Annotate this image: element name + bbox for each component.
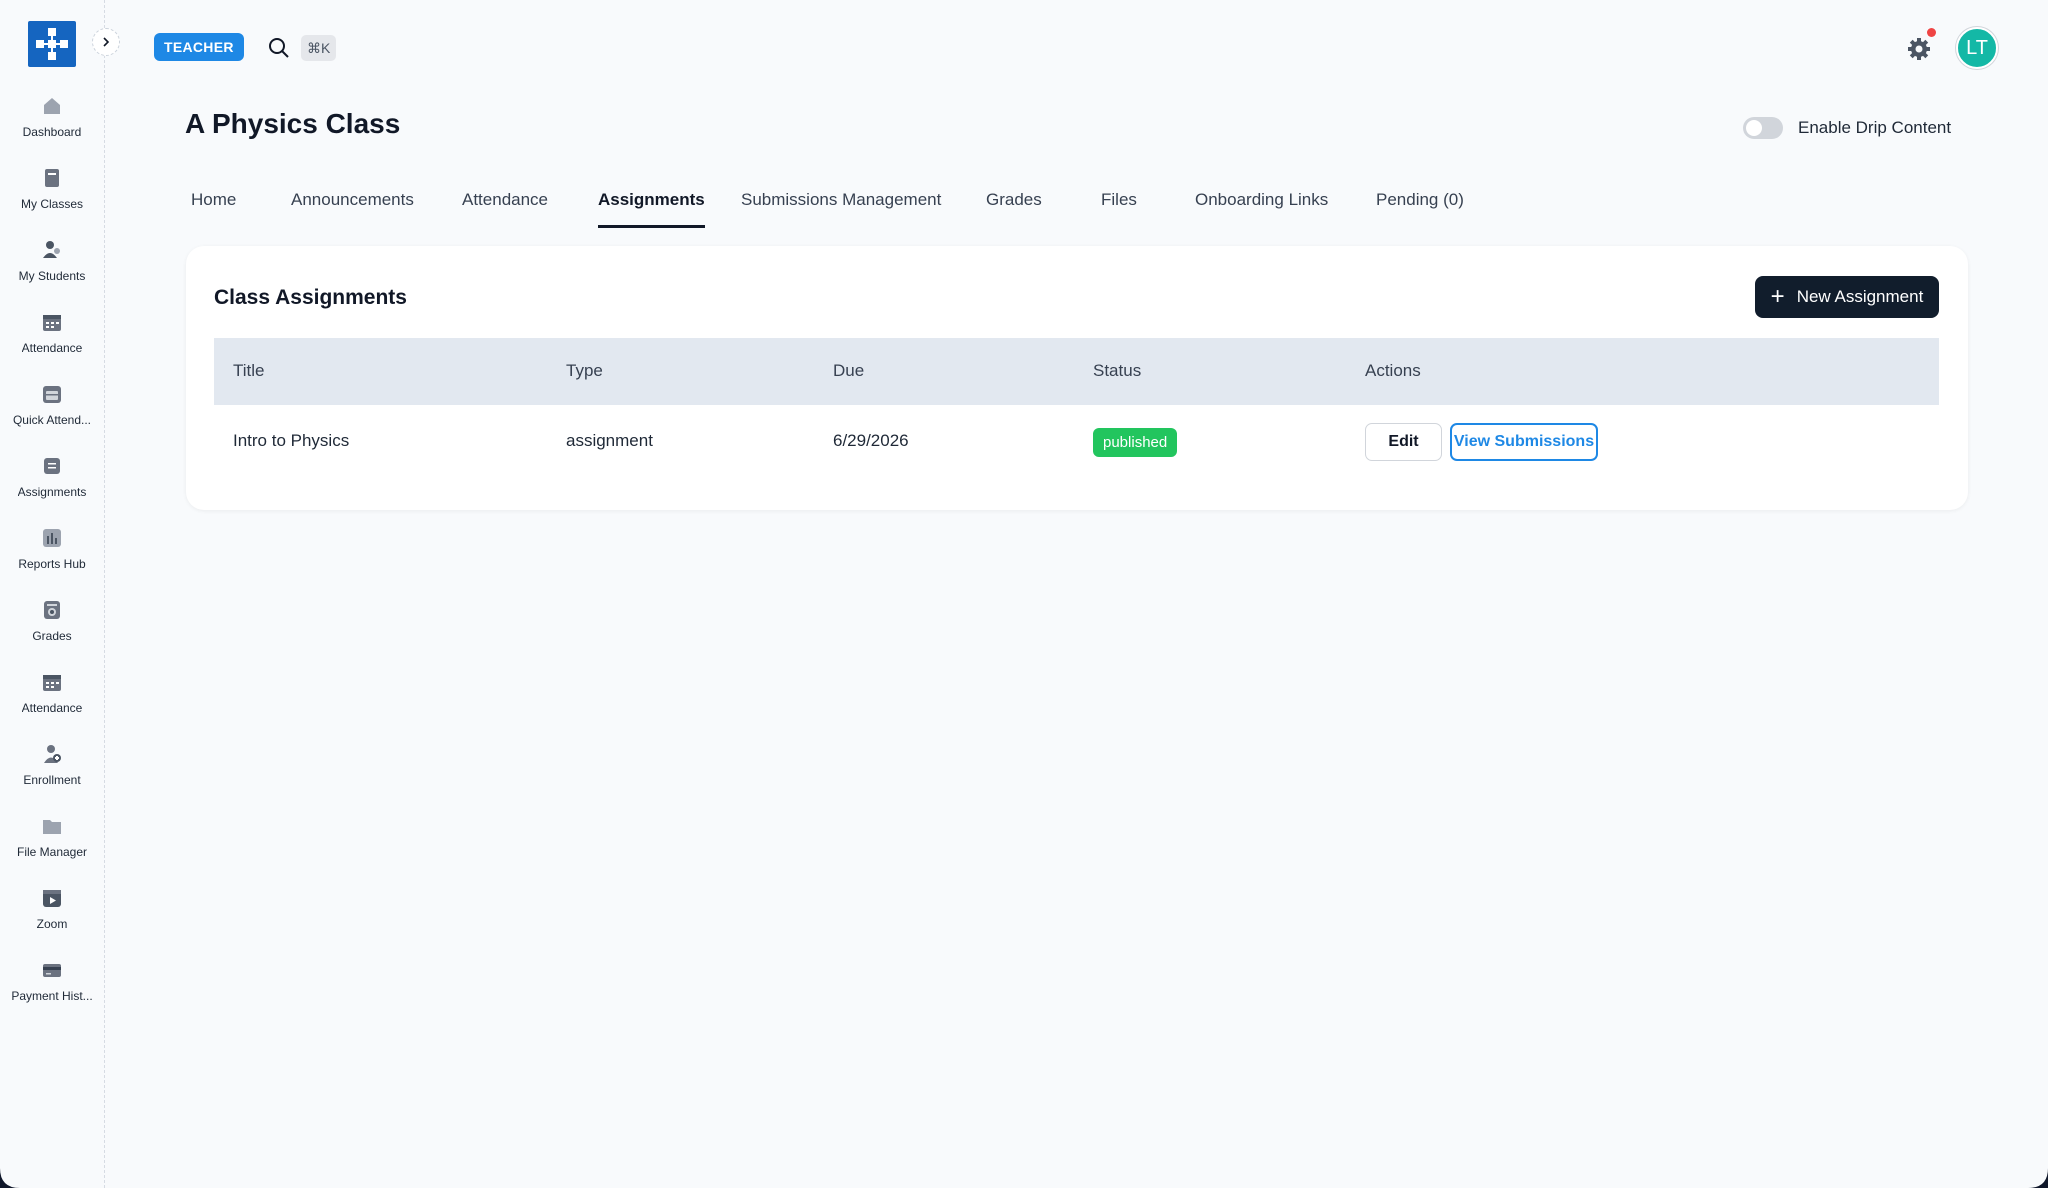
plus-icon: + [1770,283,1785,310]
sidebar-item-label: My Students [18,269,86,283]
search-shortcut-hint[interactable]: ⌘K [301,35,337,61]
edit-button[interactable]: Edit [1365,423,1442,461]
sidebar-item-assignments[interactable]: Assignments [0,455,104,515]
sidebar-item-payment-history[interactable]: Payment Hist... [0,959,104,1019]
tab-assignments[interactable]: Assignments [598,186,705,228]
sidebar-item-label: Assignments [17,485,87,499]
column-header-title[interactable]: Title [233,361,265,381]
sidebar-item-label: File Manager [16,845,88,859]
tab-grades[interactable]: Grades [986,186,1042,228]
app-logo[interactable] [28,21,76,67]
calendar-check-icon [41,383,63,405]
role-badge[interactable]: TEACHER [154,33,244,61]
users-icon [41,239,63,261]
sidebar-item-label: Quick Attend... [12,413,92,427]
column-header-status[interactable]: Status [1093,361,1141,381]
sidebar-item-label: Attendance [21,701,83,715]
notification-dot [1927,28,1936,37]
toggle-knob [1746,120,1762,136]
search-icon[interactable] [267,36,291,60]
sidebar-item-my-classes[interactable]: My Classes [0,167,104,227]
assignment-due-date: 6/29/2026 [833,431,909,450]
sidebar-item-zoom[interactable]: Zoom [0,887,104,947]
sidebar-item-label: Payment Hist... [11,989,93,1003]
tab-attendance[interactable]: Attendance [462,186,548,228]
assignments-card: Class Assignments + New Assignment Title… [186,246,1968,510]
avatar[interactable]: LT [1956,27,1998,69]
class-tabs: Home Announcements Attendance Assignment… [185,186,1485,228]
sidebar-item-quick-attendance[interactable]: Quick Attend... [0,383,104,443]
sidebar-item-reports-hub[interactable]: Reports Hub [0,527,104,587]
settings-gear-icon[interactable] [1905,35,1933,63]
award-icon [41,599,63,621]
view-submissions-button[interactable]: View Submissions [1450,423,1598,461]
sidebar-item-label: Attendance [21,341,83,355]
tab-onboarding-links[interactable]: Onboarding Links [1195,186,1328,228]
card-title: Class Assignments [214,286,407,309]
column-header-due[interactable]: Due [833,361,864,381]
drip-content-toggle[interactable] [1743,117,1783,139]
sidebar-item-label: Enrollment [23,773,81,787]
tab-submissions-management[interactable]: Submissions Management [741,186,941,228]
sidebar-item-label: Zoom [36,917,68,931]
tab-home[interactable]: Home [191,186,236,228]
sidebar-item-label: Grades [32,629,72,643]
window-corner [2028,1168,2048,1188]
bar-chart-icon [41,527,63,549]
calendar-icon [41,311,63,333]
sidebar-item-enrollment[interactable]: Enrollment [0,743,104,803]
home-icon [41,95,63,117]
new-assignment-button[interactable]: + New Assignment [1755,276,1939,318]
sidebar-expand-button[interactable] [92,28,120,56]
sidebar-item-dashboard[interactable]: Dashboard [0,95,104,155]
tab-announcements[interactable]: Announcements [291,186,414,228]
sidebar-item-attendance-2[interactable]: Attendance [0,671,104,731]
assignment-type: assignment [566,431,653,450]
table-row: Intro to Physics assignment 6/29/2026 pu… [214,405,1939,483]
folder-icon [41,815,63,837]
credit-card-icon [41,959,63,981]
chevron-right-icon [103,37,110,47]
status-badge: published [1093,428,1178,457]
drip-content-label: Enable Drip Content [1798,118,1952,137]
calendar-icon [41,671,63,693]
tab-files[interactable]: Files [1101,186,1137,228]
sidebar-item-label: My Classes [20,197,83,211]
new-assignment-label: New Assignment [1796,287,1924,306]
sidebar-item-label: Dashboard [22,125,82,139]
user-plus-icon [41,743,63,765]
column-header-actions: Actions [1365,361,1421,380]
logo-mark-icon [36,28,68,60]
column-header-type[interactable]: Type [566,361,603,381]
sidebar-item-label: Reports Hub [18,557,86,571]
video-icon [41,887,63,909]
sidebar: Dashboard My Classes My Students Attenda… [0,0,105,1188]
table-header: Title Type Due Status Actions [214,338,1939,405]
sidebar-item-attendance[interactable]: Attendance [0,311,104,371]
tab-pending[interactable]: Pending (0) [1376,186,1464,228]
sidebar-item-grades[interactable]: Grades [0,599,104,659]
sidebar-item-my-students[interactable]: My Students [0,239,104,299]
book-icon [41,167,63,189]
assignment-title: Intro to Physics [233,431,350,450]
page-title: A Physics Class [185,108,401,139]
document-icon [41,455,63,477]
sidebar-item-file-manager[interactable]: File Manager [0,815,104,875]
